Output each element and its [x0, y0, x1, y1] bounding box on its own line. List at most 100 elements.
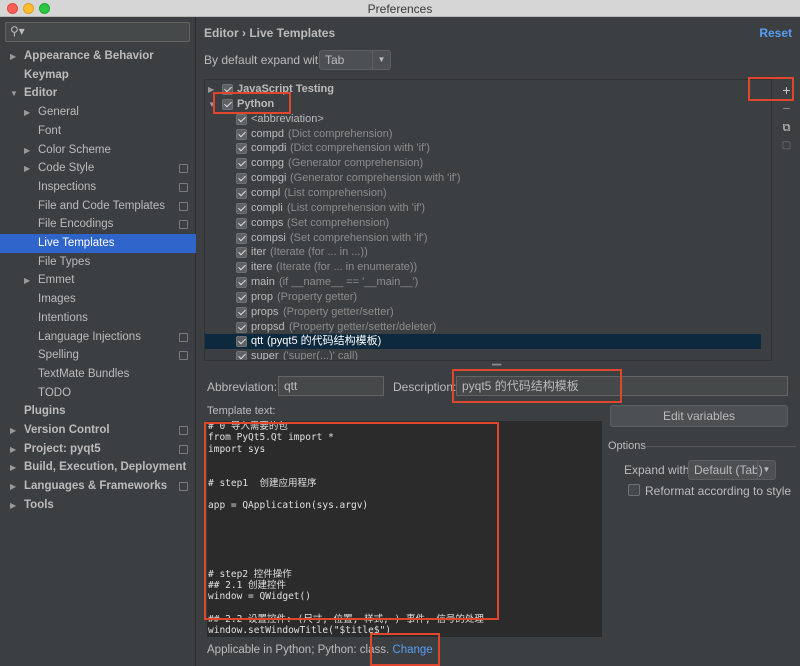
template-enabled-checkbox[interactable]	[222, 98, 233, 110]
sidebar-item-file-types[interactable]: File Types	[0, 253, 196, 272]
project-level-icon	[179, 182, 188, 192]
template-row[interactable]: super ('super(...)' call)	[205, 349, 761, 360]
sidebar-item-textmate-bundles[interactable]: TextMate Bundles	[0, 365, 196, 384]
sidebar-item-project-pyqt5[interactable]: ▶ Project: pyqt5	[0, 440, 196, 459]
splitter-handle[interactable]: ▂▂	[492, 359, 501, 366]
add-template-button[interactable]: +	[773, 81, 800, 99]
template-group-row[interactable]: ▼ Python	[205, 97, 761, 112]
reset-link[interactable]: Reset	[759, 26, 792, 40]
sidebar-item-color-scheme[interactable]: ▶ Color Scheme	[0, 141, 196, 160]
template-enabled-checkbox[interactable]	[236, 306, 247, 318]
template-enabled-checkbox[interactable]	[236, 291, 247, 303]
remove-template-button[interactable]: −	[773, 99, 800, 117]
sidebar-item-label: General	[38, 106, 79, 119]
template-enabled-checkbox[interactable]	[222, 84, 233, 95]
sidebar-item-spelling[interactable]: Spelling	[0, 346, 196, 365]
template-enabled-checkbox[interactable]	[236, 187, 247, 199]
templates-scrollbar[interactable]	[771, 210, 772, 361]
collapsed-arrow-icon[interactable]: ▶	[10, 458, 16, 477]
copy-template-button[interactable]: ⧉	[773, 119, 800, 137]
template-row[interactable]: compd (Dict comprehension)	[205, 127, 761, 142]
collapsed-arrow-icon[interactable]: ▶	[208, 82, 214, 97]
reformat-checkbox[interactable]	[628, 484, 640, 496]
template-row[interactable]: propsd (Property getter/setter/deleter)	[205, 320, 761, 335]
collapsed-arrow-icon[interactable]: ▶	[10, 47, 16, 66]
expanded-arrow-icon[interactable]: ▼	[208, 97, 216, 112]
templates-tree: ▶ JavaScript Testing ▼ Python <abbreviation>…	[204, 79, 772, 361]
template-text-editor[interactable]: # 0 导入需要的包 from PyQt5.Qt import * import s…	[207, 421, 602, 637]
sidebar-item-emmet[interactable]: ▶ Emmet	[0, 271, 196, 290]
template-row[interactable]: iter (Iterate (for ... in ...))	[205, 245, 761, 260]
sidebar-item-editor[interactable]: ▼ Editor	[0, 84, 196, 103]
template-row[interactable]: qtt (pyqt5 的代码结构模板)	[205, 334, 761, 350]
template-row[interactable]: comps (Set comprehension)	[205, 216, 761, 231]
sidebar-item-tools[interactable]: ▶ Tools	[0, 496, 196, 515]
template-enabled-checkbox[interactable]	[236, 277, 247, 289]
code-line: ## 2.2 设置控件: (尺寸, 位置, 样式, ) 事件, 信号的处理	[208, 613, 484, 625]
sidebar-item-version-control[interactable]: ▶ Version Control	[0, 421, 196, 440]
sidebar-item-language-injections[interactable]: Language Injections	[0, 328, 196, 347]
template-enabled-checkbox[interactable]	[236, 232, 247, 244]
collapsed-arrow-icon[interactable]: ▶	[10, 440, 16, 459]
sidebar-item-file-and-code-templates[interactable]: File and Code Templates	[0, 197, 196, 216]
template-row[interactable]: compl (List comprehension)	[205, 186, 761, 201]
template-row[interactable]: compli (List comprehension with 'if')	[205, 201, 761, 216]
sidebar-item-file-encodings[interactable]: File Encodings	[0, 215, 196, 234]
template-row[interactable]: itere (Iterate (for ... in enumerate))	[205, 260, 761, 275]
sidebar-item-keymap[interactable]: Keymap	[0, 66, 196, 85]
collapsed-arrow-icon[interactable]: ▶	[10, 421, 16, 440]
template-description: (Iterate (for ... in ...))	[270, 246, 368, 259]
template-enabled-checkbox[interactable]	[236, 336, 247, 348]
collapsed-arrow-icon[interactable]: ▶	[10, 477, 16, 496]
sidebar-item-build-execution-deployment[interactable]: ▶ Build, Execution, Deployment	[0, 458, 196, 477]
template-row[interactable]: compsi (Set comprehension with 'if')	[205, 231, 761, 246]
sidebar-item-appearance-behavior[interactable]: ▶ Appearance & Behavior	[0, 47, 196, 66]
template-enabled-checkbox[interactable]	[236, 113, 247, 125]
template-row[interactable]: compdi (Dict comprehension with 'if')	[205, 141, 761, 156]
template-row[interactable]: compg (Generator comprehension)	[205, 156, 761, 171]
template-enabled-checkbox[interactable]	[236, 321, 247, 333]
collapsed-arrow-icon[interactable]: ▶	[24, 103, 30, 122]
description-input[interactable]: pyqt5 的代码结构模板	[456, 376, 788, 396]
sidebar-item-plugins[interactable]: Plugins	[0, 402, 196, 421]
sidebar-item-intentions[interactable]: Intentions	[0, 309, 196, 328]
abbreviation-input[interactable]: qtt	[278, 376, 384, 396]
template-enabled-checkbox[interactable]	[236, 262, 247, 274]
sidebar-item-general[interactable]: ▶ General	[0, 103, 196, 122]
sidebar-item-languages-frameworks[interactable]: ▶ Languages & Frameworks	[0, 477, 196, 496]
change-context-link[interactable]: Change	[392, 644, 432, 656]
template-group-row[interactable]: ▶ JavaScript Testing	[205, 82, 761, 97]
template-row[interactable]: prop (Property getter)	[205, 290, 761, 305]
template-row[interactable]: props (Property getter/setter)	[205, 305, 761, 320]
template-enabled-checkbox[interactable]	[236, 351, 247, 360]
template-description: (Generator comprehension with 'if')	[290, 172, 461, 185]
template-enabled-checkbox[interactable]	[236, 217, 247, 229]
sidebar-item-code-style[interactable]: ▶ Code Style	[0, 159, 196, 178]
sidebar-item-font[interactable]: Font	[0, 122, 196, 141]
sidebar-item-images[interactable]: Images	[0, 290, 196, 309]
sidebar-item-inspections[interactable]: Inspections	[0, 178, 196, 197]
default-expand-select[interactable]: Tab ▼	[319, 50, 391, 70]
template-enabled-checkbox[interactable]	[236, 202, 247, 214]
template-row[interactable]: <abbreviation>	[205, 112, 761, 127]
template-enabled-checkbox[interactable]	[236, 143, 247, 155]
expand-with-select[interactable]: Default (Tab) ▼	[688, 460, 776, 480]
template-text-label: Template text:	[207, 405, 276, 417]
template-enabled-checkbox[interactable]	[236, 158, 247, 170]
collapsed-arrow-icon[interactable]: ▶	[24, 141, 30, 160]
template-row[interactable]: compgi (Generator comprehension with 'if'…	[205, 171, 761, 186]
sidebar-item-live-templates[interactable]: Live Templates	[0, 234, 196, 253]
collapsed-arrow-icon[interactable]: ▶	[24, 271, 30, 290]
collapsed-arrow-icon[interactable]: ▶	[10, 496, 16, 515]
template-abbreviation: compd	[251, 127, 285, 140]
settings-search-input[interactable]: ⚲▾	[5, 22, 190, 42]
restore-template-button[interactable]: ▢	[773, 137, 800, 155]
collapsed-arrow-icon[interactable]: ▶	[24, 159, 30, 178]
template-row[interactable]: main (if __name__ == '__main__')	[205, 275, 761, 290]
template-enabled-checkbox[interactable]	[236, 128, 247, 140]
template-enabled-checkbox[interactable]	[236, 247, 247, 259]
sidebar-item-todo[interactable]: TODO	[0, 384, 196, 403]
template-enabled-checkbox[interactable]	[236, 173, 247, 185]
edit-variables-button[interactable]: Edit variables	[610, 405, 788, 427]
expanded-arrow-icon[interactable]: ▼	[10, 84, 18, 103]
